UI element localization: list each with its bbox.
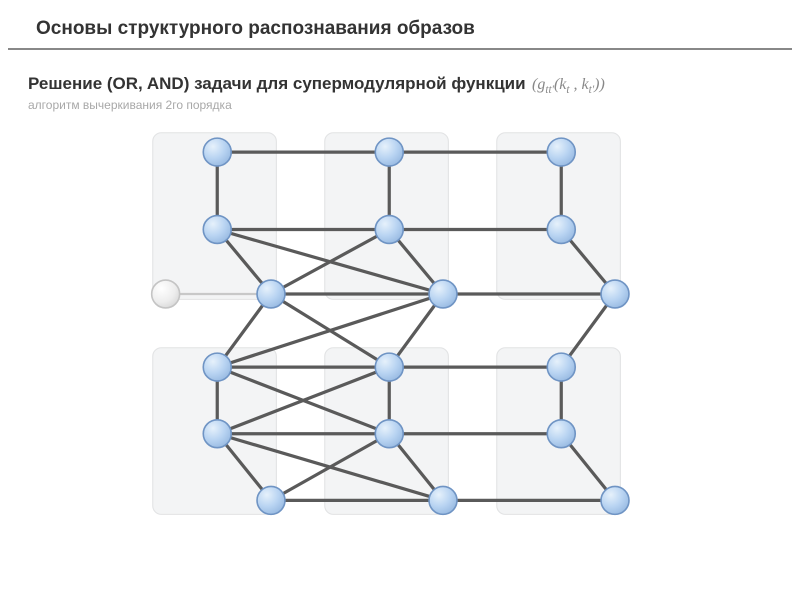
page-header: Основы структурного распознавания образо…	[8, 0, 792, 50]
graph-node	[547, 353, 575, 381]
graph-node	[601, 487, 629, 515]
graph-node	[375, 420, 403, 448]
diagram-container	[0, 122, 800, 557]
graph-node	[429, 487, 457, 515]
algorithm-caption: алгоритм вычеркивания 2го порядка	[0, 98, 800, 118]
graph-node	[203, 216, 231, 244]
graph-node	[547, 216, 575, 244]
page-title: Основы структурного распознавания образо…	[36, 18, 764, 40]
graph-node	[203, 138, 231, 166]
graph-node	[601, 280, 629, 308]
graph-node	[375, 216, 403, 244]
graph-node	[375, 353, 403, 381]
graph-diagram	[10, 122, 790, 552]
graph-node	[152, 280, 180, 308]
graph-node	[203, 420, 231, 448]
graph-node	[375, 138, 403, 166]
subheader: Решение (OR, AND) задачи для супермодуля…	[0, 50, 800, 98]
subheader-title: Решение (OR, AND) задачи для супермодуля…	[28, 74, 526, 93]
graph-node	[203, 353, 231, 381]
graph-node	[429, 280, 457, 308]
graph-node	[547, 420, 575, 448]
graph-node	[547, 138, 575, 166]
subheader-formula: (gtt'(kt , kt'))	[532, 76, 605, 93]
graph-node	[257, 487, 285, 515]
graph-node	[257, 280, 285, 308]
